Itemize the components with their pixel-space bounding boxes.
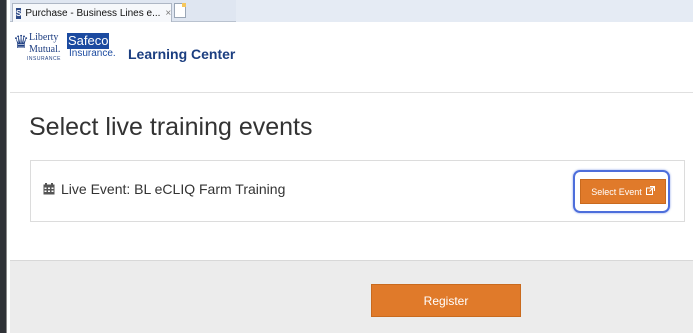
safeco-wordmark: Safeco [67, 33, 110, 49]
external-link-icon [645, 186, 655, 197]
event-label: Live Event: BL eCLIQ Farm Training [61, 181, 286, 197]
browser-tab[interactable]: S Purchase - Business Lines e... × [12, 3, 172, 22]
statue-of-liberty-icon: ♛ [13, 32, 30, 53]
logo-text-liberty: Liberty [29, 32, 59, 43]
new-tab-icon[interactable] [174, 3, 186, 18]
select-event-button[interactable]: Select Event [580, 179, 666, 204]
logo-text-insurance: INSURANCE [27, 56, 61, 62]
register-button[interactable]: Register [371, 284, 521, 317]
logo-text-mutual: Mutual. [29, 44, 61, 55]
page-title: Select live training events [29, 113, 313, 141]
tab-close-icon[interactable]: × [165, 8, 171, 19]
calendar-icon [43, 183, 55, 195]
safeco-logo[interactable]: Safeco Insurance. [67, 32, 119, 66]
event-item: Live Event: BL eCLIQ Farm Training [43, 181, 285, 197]
learning-center-title: Learning Center [128, 46, 236, 62]
header-divider [10, 92, 693, 93]
select-event-label: Select Event [591, 186, 642, 197]
tab-title: Purchase - Business Lines e... [25, 7, 161, 19]
site-favicon-icon: S [16, 7, 22, 19]
liberty-mutual-logo[interactable]: ♛ Liberty Mutual. INSURANCE [13, 32, 65, 66]
site-header: ♛ Liberty Mutual. INSURANCE Safeco Insur… [10, 22, 693, 72]
safeco-insurance-text: Insurance. [69, 48, 116, 59]
title-bar [236, 0, 693, 22]
form-footer [10, 260, 693, 333]
